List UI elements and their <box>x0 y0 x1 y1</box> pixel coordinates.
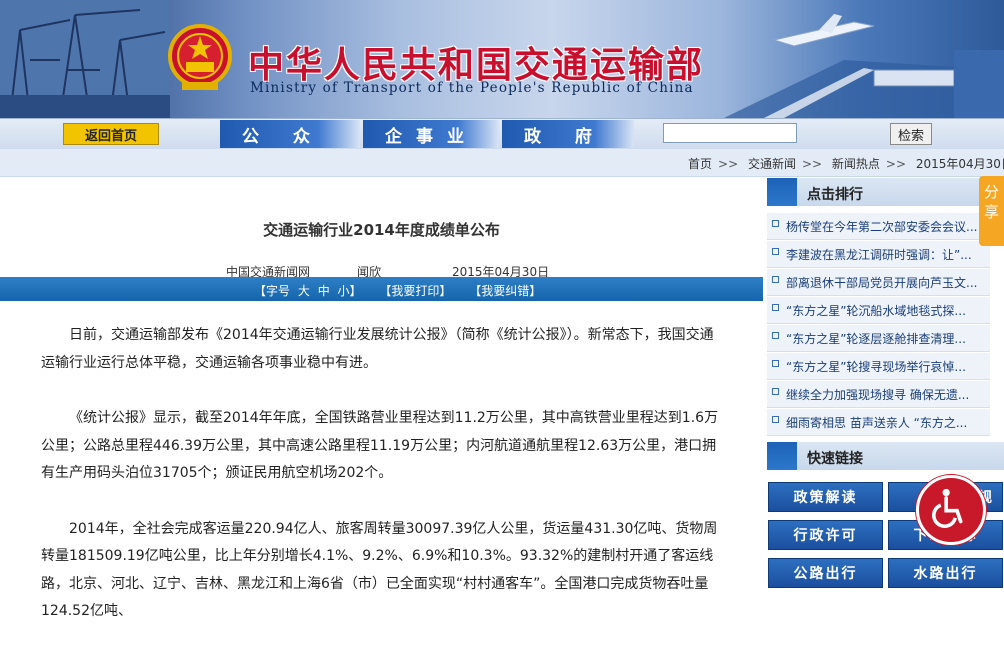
bullet-icon <box>772 416 779 423</box>
search-input[interactable] <box>663 123 797 143</box>
article-toolbar: 【字号 大 中 小】 【我要打印】 【我要纠错】 <box>0 277 763 301</box>
breadcrumb: 首页 >> 交通新闻 >> 新闻热点 >> 2015年04月30日 <box>688 155 1004 172</box>
accessibility-button[interactable] <box>916 475 986 545</box>
ranking-item[interactable]: 部离退休干部局党员开展向芦玉文... <box>767 269 990 296</box>
article-paragraph: 2014年，全社会完成客运量220.94亿人、旅客周转量30097.39亿人公里… <box>41 520 718 620</box>
breadcrumb-home[interactable]: 首页 <box>688 157 712 171</box>
breadcrumb-date: 2015年04月30日 <box>915 157 1004 171</box>
breadcrumb-separator: >> <box>801 157 823 171</box>
article-paragraph: 《统计公报》显示，截至2014年年底，全国铁路营业里程达到11.2万公里，其中高… <box>41 410 719 481</box>
header-accent <box>767 442 797 470</box>
article-body: 日前，交通运输部发布《2014年交通运输行业发展统计公报》（简称《统计公报》）。… <box>41 322 721 654</box>
font-size-label: 【字号 <box>254 284 291 298</box>
print-button[interactable]: 【我要打印】 <box>379 284 451 298</box>
quick-links-header: 快速链接 <box>767 442 1004 470</box>
share-button[interactable]: 分享 <box>979 176 1004 246</box>
tab-public[interactable]: 公 众 <box>220 120 360 148</box>
article-title: 交通运输行业2014年度成绩单公布 <box>263 221 500 239</box>
bullet-icon <box>772 276 779 283</box>
link-policy[interactable]: 政策解读 <box>768 482 883 512</box>
ranking-item[interactable]: “东方之星”轮沉船水域地毯式探... <box>767 297 990 324</box>
main-nav: 返回首页 公 众 企事业 政 府 检索 <box>0 118 1004 149</box>
ranking-header: 点击排行 <box>767 178 1004 206</box>
link-road-travel[interactable]: 公路出行 <box>768 558 883 588</box>
bullet-icon <box>772 220 779 227</box>
ranking-item[interactable]: 李建波在黑龙江调研时强调：让”... <box>767 241 990 268</box>
header-accent <box>767 178 797 206</box>
font-large-button[interactable]: 大 <box>298 284 310 298</box>
bullet-icon <box>772 360 779 367</box>
bullet-icon <box>772 248 779 255</box>
ranking-item[interactable]: “东方之星”轮搜寻现场举行哀悼... <box>767 353 990 380</box>
ranking-item[interactable]: 杨传堂在今年第二次部安委会会议... <box>767 213 990 240</box>
transport-illustration <box>724 14 1004 118</box>
port-cranes-illustration <box>0 0 170 118</box>
quick-links-title: 快速链接 <box>807 451 863 467</box>
bullet-icon <box>772 304 779 311</box>
national-emblem-icon <box>168 24 232 90</box>
tab-enterprise[interactable]: 企事业 <box>363 120 499 148</box>
site-banner: 中华人民共和国交通运输部 Ministry of Transport of th… <box>0 0 1004 118</box>
font-medium-button[interactable]: 中 <box>318 284 330 298</box>
article-paragraph: 日前，交通运输部发布《2014年交通运输行业发展统计公报》（简称《统计公报》）。… <box>41 327 714 371</box>
font-small-button[interactable]: 小】 <box>338 284 362 298</box>
ranking-item[interactable]: “东方之星”轮逐层逐舱排查清理... <box>767 325 990 352</box>
breadcrumb-hot[interactable]: 新闻热点 <box>832 157 880 171</box>
ranking-title: 点击排行 <box>807 187 863 203</box>
bullet-icon <box>772 388 779 395</box>
tab-government[interactable]: 政 府 <box>502 120 634 148</box>
site-subtitle: Ministry of Transport of the People's Re… <box>250 80 694 96</box>
breadcrumb-separator: >> <box>718 157 739 171</box>
breadcrumb-news[interactable]: 交通新闻 <box>748 157 796 171</box>
ranking-item[interactable]: 细雨寄相思 苗声送亲人 “东方之... <box>767 409 990 436</box>
wheelchair-icon <box>932 488 963 528</box>
correction-button[interactable]: 【我要纠错】 <box>469 284 541 298</box>
bullet-icon <box>772 332 779 339</box>
link-water-travel[interactable]: 水路出行 <box>888 558 1003 588</box>
link-permit[interactable]: 行政许可 <box>768 520 883 550</box>
ranking-item[interactable]: 继续全力加强现场搜寻 确保无遗... <box>767 381 990 408</box>
breadcrumb-separator: >> <box>885 157 907 171</box>
home-button[interactable]: 返回首页 <box>63 123 159 145</box>
breadcrumb-bar: 首页 >> 交通新闻 >> 新闻热点 >> 2015年04月30日 <box>0 149 1004 177</box>
search-button[interactable]: 检索 <box>890 123 932 145</box>
